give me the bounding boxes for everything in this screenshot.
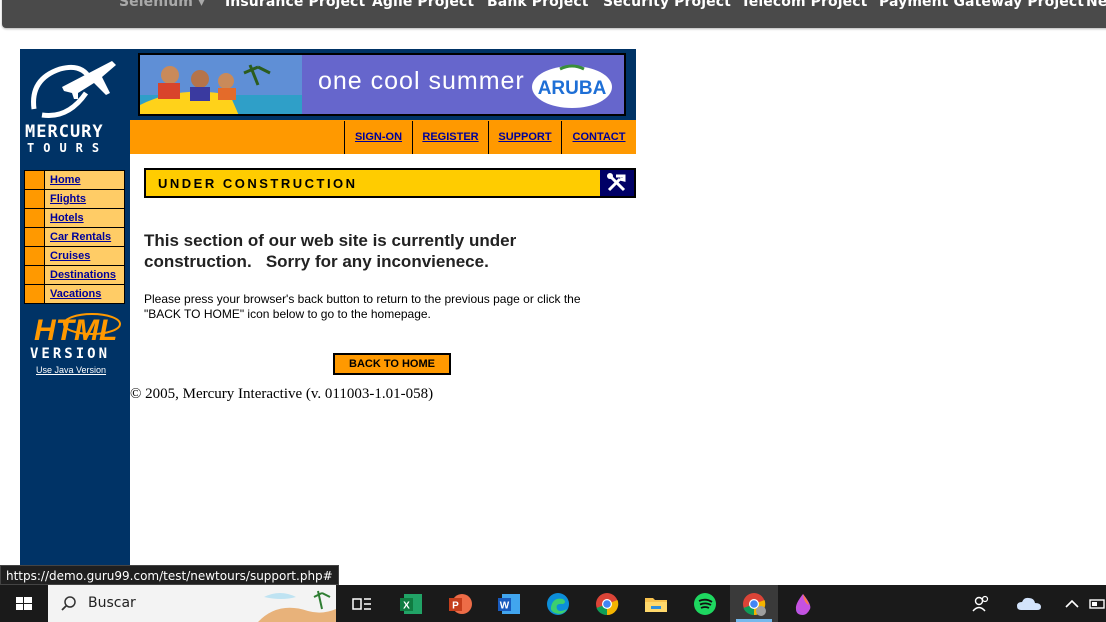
nav-payment-gateway-project[interactable]: Payment Gateway Project <box>879 0 1084 10</box>
status-bar-url: https://demo.guru99.com/test/newtours/su… <box>0 565 339 585</box>
taskbar-search-box[interactable]: Buscar <box>48 585 336 622</box>
nav-bank-project[interactable]: Bank Project <box>487 0 589 10</box>
banner-photo-icon <box>140 55 302 114</box>
html-version-subtitle: VERSION <box>30 346 110 360</box>
logo-mercury-text: MERCURY <box>25 122 104 142</box>
sidebar-item-vacations[interactable]: Vacations <box>45 285 101 303</box>
battery-icon[interactable] <box>1088 591 1106 617</box>
html-version-logo-icon: HTML VERSION <box>30 313 121 360</box>
file-explorer-icon[interactable] <box>643 591 669 617</box>
spotify-icon[interactable] <box>692 591 718 617</box>
sign-on-link[interactable]: SIGN-ON <box>344 121 412 154</box>
task-view-icon[interactable] <box>349 591 375 617</box>
taskbar-search-placeholder: Buscar <box>88 595 136 611</box>
html-version-title: HTML <box>34 314 117 347</box>
sidebar-item-flights[interactable]: Flights <box>45 190 86 208</box>
svg-text:P: P <box>452 601 459 612</box>
construction-message-line2: construction. Sorry for any inconvienece… <box>144 252 489 271</box>
aruba-logo-icon: ARUBA <box>532 64 612 108</box>
top-nav: Selenium ▾ Insurance Project Agile Proje… <box>0 0 1106 28</box>
onedrive-icon[interactable] <box>1015 591 1043 617</box>
sidebar-item-cruises[interactable]: Cruises <box>45 247 90 265</box>
edge-icon[interactable] <box>545 591 571 617</box>
instruction-line1: Please press your browser's back button … <box>144 292 581 306</box>
nav-new-item[interactable]: Ne <box>1086 0 1106 10</box>
back-to-home-button[interactable]: BACK TO HOME <box>333 353 451 375</box>
aruba-banner-ad[interactable]: one cool summer ARUBA <box>138 53 626 116</box>
construction-message: This section of our web site is currentl… <box>144 230 564 272</box>
chrome-profile-icon[interactable] <box>741 591 767 617</box>
under-construction-title: UNDER CONSTRUCTION <box>158 176 358 191</box>
svg-text:X: X <box>403 601 410 612</box>
sidebar-item-destinations[interactable]: Destinations <box>45 266 116 284</box>
people-icon[interactable] <box>968 591 994 617</box>
excel-icon[interactable]: X <box>398 591 424 617</box>
sidebar-item-home[interactable]: Home <box>45 171 81 189</box>
powerpoint-icon[interactable]: P <box>447 591 473 617</box>
sidebar-menu: Home Flights Hotels Car Rentals Cruises … <box>24 170 125 304</box>
under-construction-header: UNDER CONSTRUCTION <box>144 168 636 198</box>
search-icon <box>61 596 76 611</box>
copyright-text: © 2005, Mercury Interactive (v. 011003-1… <box>130 386 434 402</box>
word-icon[interactable]: W <box>496 591 522 617</box>
paint-drop-icon[interactable] <box>790 591 816 617</box>
logo-tours-text: TOURS <box>27 141 109 155</box>
instruction-line2: "BACK TO HOME" icon below to go to the h… <box>144 307 431 321</box>
search-highlight-image-icon <box>258 585 336 622</box>
chevron-up-icon[interactable] <box>1062 591 1082 617</box>
contact-link[interactable]: CONTACT <box>561 121 636 154</box>
sidebar-item-hotels[interactable]: Hotels <box>45 209 84 227</box>
nav-telecom-project[interactable]: Telecom Project <box>741 0 867 10</box>
windows-start-icon[interactable] <box>0 585 48 622</box>
nav-agile-project[interactable]: Agile Project <box>372 0 474 10</box>
aruba-brand-text: ARUBA <box>538 78 607 99</box>
use-java-version-link[interactable]: Use Java Version <box>36 365 106 375</box>
chrome-icon[interactable] <box>594 591 620 617</box>
sidebar-item-car-rentals[interactable]: Car Rentals <box>45 228 111 246</box>
instruction-text: Please press your browser's back button … <box>144 292 624 322</box>
support-link[interactable]: SUPPORT <box>488 121 561 154</box>
tools-icon <box>600 170 634 196</box>
svg-text:W: W <box>500 601 510 612</box>
nav-insurance-project[interactable]: Insurance Project <box>225 0 365 10</box>
windows-taskbar: Buscar X P W <box>0 585 1106 622</box>
nav-security-project[interactable]: Security Project <box>603 0 731 10</box>
nav-selenium-dropdown[interactable]: Selenium ▾ <box>119 0 205 10</box>
banner-slogan: one cool summer <box>318 67 525 95</box>
register-link[interactable]: REGISTER <box>412 121 488 154</box>
construction-message-line1: This section of our web site is currentl… <box>144 231 517 250</box>
